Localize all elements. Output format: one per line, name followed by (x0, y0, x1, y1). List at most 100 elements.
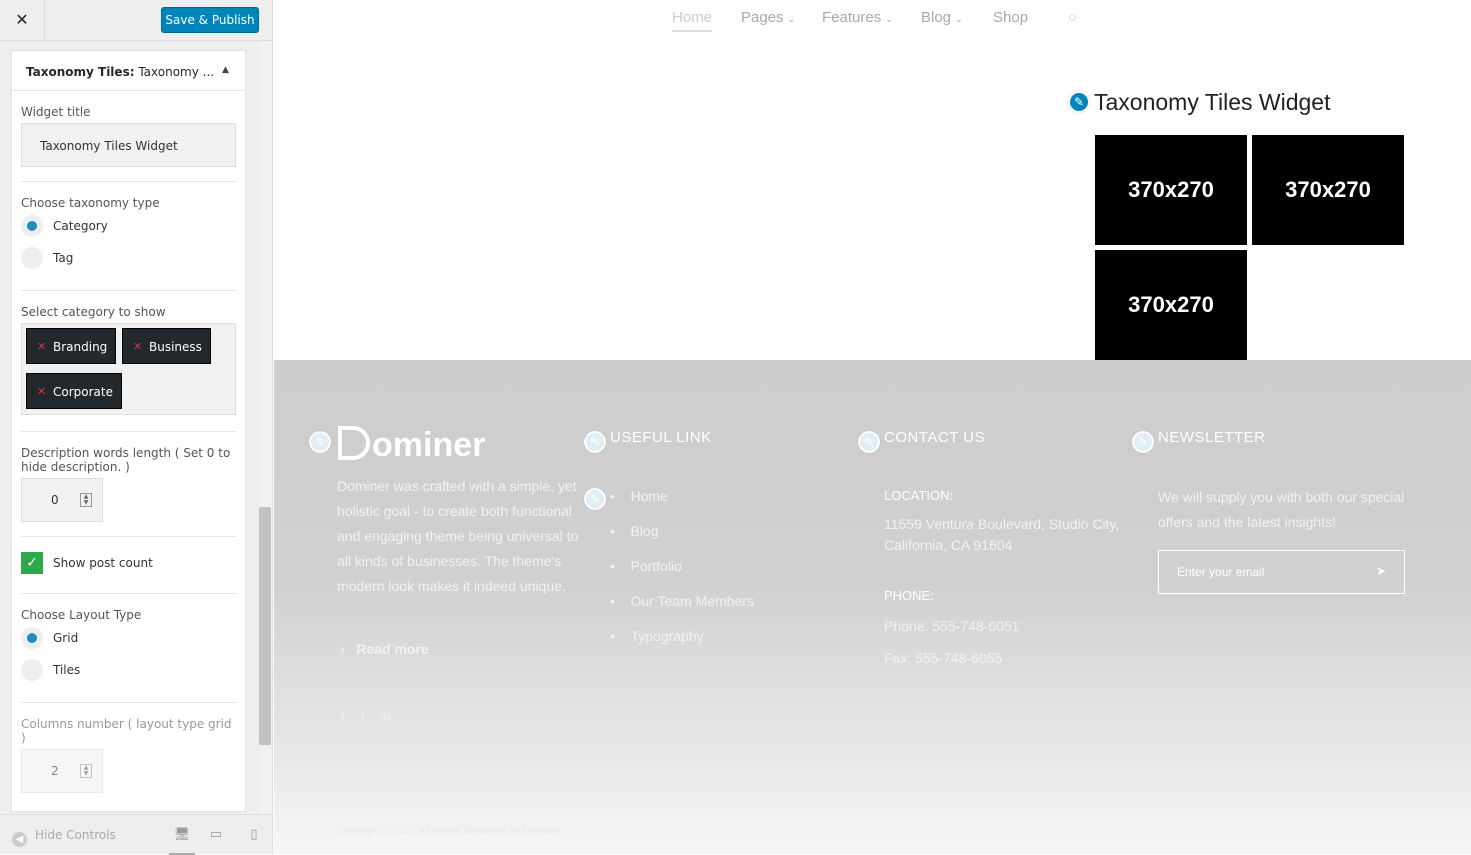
layout-type-label: Choose Layout Type (21, 608, 142, 622)
desc-length-value: 0 (51, 493, 59, 507)
copyright: Copyright © 2017 All Rights Reserved by … (338, 826, 560, 837)
tag-business[interactable]: ✕ Business (122, 328, 211, 364)
nav-blog[interactable]: Blog ⌄ (921, 9, 963, 26)
edit-pencil-icon[interactable]: ✎ (584, 488, 606, 510)
widget-title: Taxonomy Tiles Widget (1094, 89, 1331, 115)
checkmark-icon[interactable]: ✓ (21, 552, 43, 574)
remove-icon[interactable]: ✕ (133, 329, 142, 365)
twitter-icon[interactable]: t (361, 709, 364, 723)
spinner-icon[interactable]: ▲ ▼ (80, 764, 92, 778)
nav-shop[interactable]: Shop (993, 9, 1028, 26)
scrollbar-thumb[interactable] (259, 507, 271, 745)
radio-tag-label: Tag (53, 251, 74, 265)
footer-link[interactable]: • Our Team Members (610, 589, 754, 614)
chevron-down-icon: ⌄ (787, 14, 796, 24)
taxonomy-type-label: Choose taxonomy type (21, 196, 160, 210)
widget-header-prefix: Taxonomy Tiles: (26, 65, 135, 79)
edit-pencil-icon[interactable]: ✎ (309, 431, 331, 453)
customizer-header: ✕ Save & Publish (0, 0, 272, 41)
category-select-label: Select category to show (21, 305, 166, 319)
widget-header-suffix: Taxonomy ... (134, 65, 215, 79)
tag-branding[interactable]: ✕ Branding (26, 328, 117, 365)
fax-value: Fax: 555-748-6055 (884, 650, 1003, 666)
edit-pencil-icon[interactable]: ✎ (858, 431, 880, 453)
read-more-label: Read more (356, 641, 429, 657)
tag-corporate[interactable]: ✕ Corporate (26, 373, 122, 409)
desc-length-input[interactable]: 0 ▲ ▼ (21, 478, 103, 522)
edit-pencil-icon[interactable]: ✎ (1132, 431, 1154, 453)
logo-text: ominer (372, 426, 486, 464)
post-count-checkbox[interactable]: ✓ Show post count (21, 543, 236, 583)
newsletter-title: NEWSLETTER (1158, 429, 1266, 446)
radio-tiles[interactable]: Tiles (21, 654, 236, 686)
radio-grid[interactable]: Grid (21, 622, 236, 654)
contact-title: CONTACT US (884, 429, 986, 446)
site-nav: Home Pages ⌄ Features ⌄ Blog ⌄ Shop ○ (274, 0, 1471, 40)
newsletter-text: We will supply you with both our special… (1158, 489, 1405, 530)
newsletter-email-input[interactable]: Enter your email ➤ (1158, 550, 1405, 594)
post-count-label: Show post count (53, 556, 153, 570)
radio-category[interactable]: Category (21, 210, 236, 242)
footer-link[interactable]: • Portfolio (610, 554, 754, 579)
mobile-preview-icon[interactable]: ▯ (246, 827, 262, 843)
facebook-icon[interactable]: f (341, 709, 344, 723)
close-button[interactable]: ✕ (0, 0, 45, 41)
remove-icon[interactable]: ✕ (37, 329, 46, 365)
tile-image[interactable]: 370x270 (1095, 250, 1247, 360)
desc-length-label: Description words length ( Set 0 to hide… (21, 446, 231, 474)
desktop-preview-icon[interactable]: 🖥 (169, 827, 195, 855)
nav-features[interactable]: Features ⌄ (822, 9, 893, 26)
radio-grid-label: Grid (53, 631, 79, 645)
widget-title-input[interactable]: Taxonomy Tiles Widget (21, 123, 236, 167)
tile-image[interactable]: 370x270 (1095, 135, 1247, 245)
send-icon[interactable]: ➤ (1376, 564, 1386, 578)
tablet-preview-icon[interactable]: ▭ (208, 827, 224, 843)
footer-link-label: Our Team Members (630, 593, 754, 609)
nav-blog-label: Blog (921, 9, 952, 26)
tag-business-label: Business (149, 340, 202, 354)
category-multiselect[interactable]: ✕ Branding ✕ Business ✕ Corporate (21, 323, 236, 415)
radio-unselected-icon[interactable] (21, 247, 43, 269)
footer-link[interactable]: • Home (610, 484, 754, 509)
nav-home[interactable]: Home (672, 9, 713, 32)
radio-tiles-label: Tiles (53, 663, 81, 677)
footer-links: • Home • Blog • Portfolio • Our Team Mem… (610, 484, 754, 649)
radio-selected-icon[interactable] (21, 215, 43, 237)
save-publish-button[interactable]: Save & Publish (161, 7, 259, 33)
tile-image[interactable]: 370x270 (1252, 135, 1404, 245)
spinner-icon[interactable]: ▲ ▼ (80, 493, 92, 507)
radio-selected-icon[interactable] (21, 627, 43, 649)
footer-link[interactable]: • Typography (610, 624, 754, 649)
footer-logo[interactable]: ominer (338, 426, 485, 465)
location-value: 11559 Ventura Boulevard, Studio City, Ca… (884, 516, 1120, 553)
collapse-caret-icon[interactable]: ▲ (222, 65, 229, 75)
footer-link-label: Blog (630, 523, 659, 539)
radio-tag[interactable]: Tag (21, 242, 236, 274)
columns-input[interactable]: 2 ▲ ▼ (21, 749, 103, 793)
columns-label: Columns number ( layout type grid ) (21, 717, 232, 745)
email-placeholder: Enter your email (1177, 565, 1265, 579)
radio-unselected-icon[interactable] (21, 659, 43, 681)
widget-header[interactable]: Taxonomy Tiles: Taxonomy ... ▲ (12, 51, 245, 91)
columns-value: 2 (51, 764, 59, 778)
footer-link-label: Typography (630, 628, 704, 644)
phone-value: Phone: 555-748-6051 (884, 618, 1020, 634)
logo-d-icon (338, 426, 370, 460)
footer-link-label: Portfolio (630, 558, 682, 574)
chevron-down-icon: ⌄ (885, 14, 893, 24)
hide-controls-button[interactable]: ◀ Hide Controls (12, 828, 116, 847)
edit-pencil-icon[interactable]: ✎ (1068, 91, 1090, 113)
collapse-arrow-icon: ◀ (12, 832, 27, 847)
remove-icon[interactable]: ✕ (37, 374, 46, 410)
location-label: LOCATION: (884, 488, 954, 503)
footer-link-label: Home (630, 488, 668, 504)
search-icon[interactable]: ○ (1068, 9, 1077, 26)
footer-link[interactable]: • Blog (610, 519, 754, 544)
edit-pencil-icon[interactable]: ✎ (584, 431, 606, 453)
widget-form: Taxonomy Tiles: Taxonomy ... ▲ Widget ti… (11, 50, 246, 812)
tag-branding-label: Branding (53, 340, 108, 354)
nav-pages[interactable]: Pages ⌄ (741, 9, 795, 26)
widget-title-label: Widget title (21, 105, 91, 119)
linkedin-icon[interactable]: in (381, 709, 390, 723)
read-more-link[interactable]: › Read more (340, 637, 429, 662)
